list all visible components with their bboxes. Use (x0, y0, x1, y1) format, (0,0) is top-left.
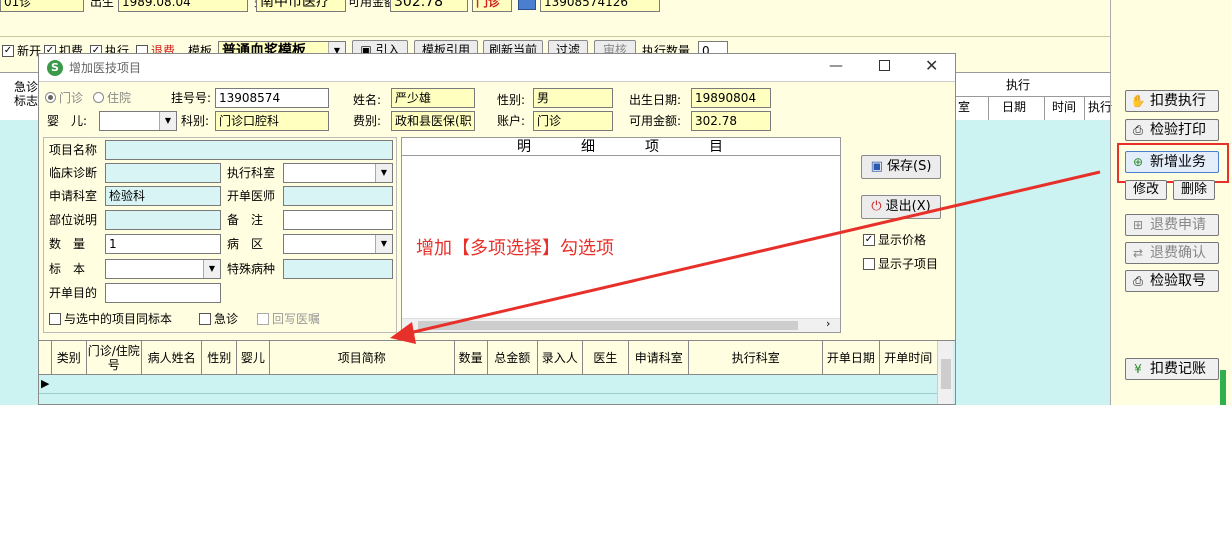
annotation-arrow (390, 170, 1101, 344)
